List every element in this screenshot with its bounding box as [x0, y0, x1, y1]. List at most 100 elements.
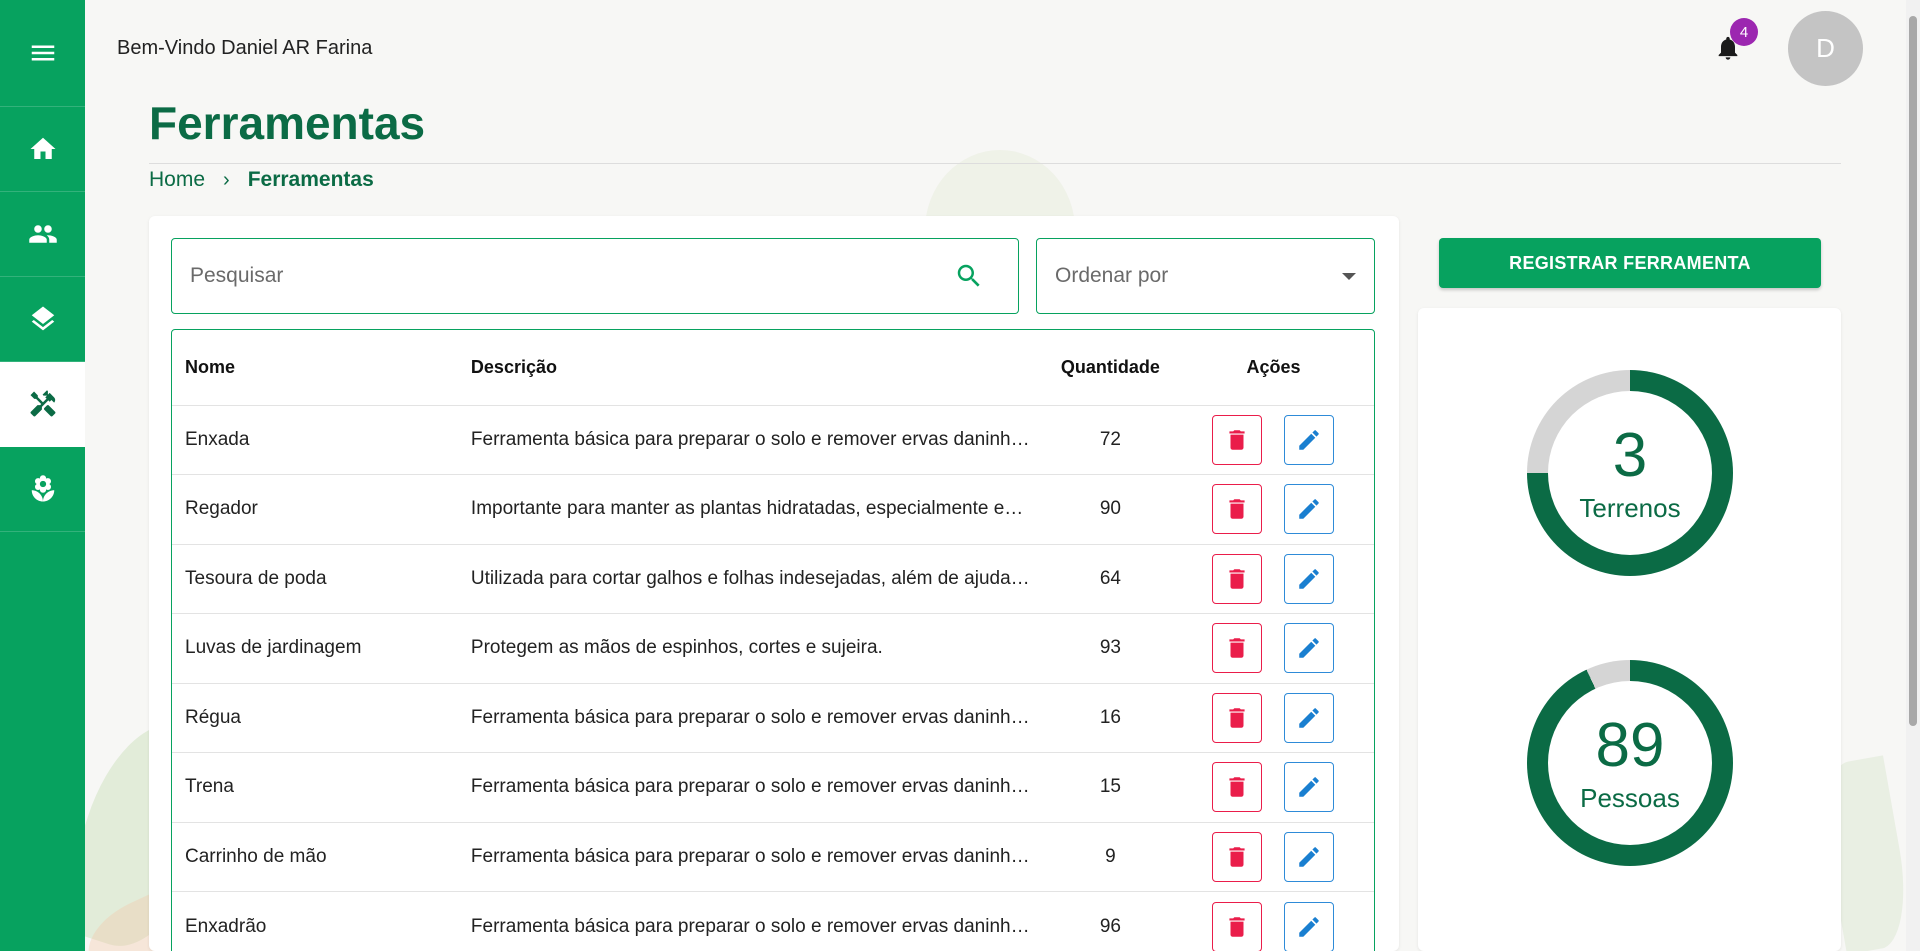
register-tool-button[interactable]: REGISTRAR FERRAMENTA	[1439, 238, 1821, 288]
sort-select-label: Ordenar por	[1055, 264, 1169, 287]
delete-button[interactable]	[1212, 553, 1263, 604]
edit-button[interactable]	[1284, 484, 1335, 535]
table-row: Trena Ferramenta básica para preparar o s…	[172, 752, 1374, 822]
people-icon	[28, 225, 57, 243]
sidebar-item-home[interactable]	[0, 107, 85, 192]
plant-icon	[31, 475, 54, 502]
cell-nome: Enxada	[172, 404, 458, 475]
pencil-icon	[1299, 568, 1320, 589]
edit-button[interactable]	[1284, 692, 1335, 743]
search-input[interactable]	[190, 264, 954, 288]
delete-button[interactable]	[1212, 692, 1263, 743]
row-actions	[1186, 901, 1361, 951]
cell-quantidade: 64	[1047, 543, 1173, 614]
delete-button[interactable]	[1212, 414, 1263, 465]
terrenos-donut: 3 Terrenos	[1527, 370, 1733, 576]
chevron-right-icon: ›	[223, 168, 230, 191]
cell-descricao: Ferramenta básica para preparar o solo e…	[457, 682, 1048, 753]
sidebar-item-tools[interactable]	[0, 362, 85, 447]
cell-nome: Trena	[172, 752, 458, 822]
edit-button[interactable]	[1284, 901, 1335, 951]
edit-button[interactable]	[1284, 831, 1335, 882]
trash-icon	[1229, 499, 1246, 519]
search-icon[interactable]	[954, 261, 984, 291]
column-header-nome[interactable]: Nome	[172, 330, 458, 405]
cell-nome: Tesoura de poda	[172, 543, 458, 614]
row-actions	[1186, 762, 1361, 813]
sidebar-item-plants[interactable]	[0, 447, 85, 532]
breadcrumb: Home › Ferramentas	[149, 168, 374, 192]
layers-icon	[31, 306, 54, 331]
page-title: Ferramentas	[149, 97, 426, 149]
cell-quantidade: 16	[1047, 682, 1173, 753]
sort-select[interactable]: Ordenar por	[1036, 238, 1375, 314]
top-bar: Bem-Vindo Daniel AR Farina	[85, 0, 1920, 95]
cell-descricao: Protegem as mãos de espinhos, cortes e s…	[457, 613, 1048, 683]
cell-acoes	[1172, 404, 1374, 475]
edit-button[interactable]	[1284, 623, 1335, 674]
breadcrumb-current: Ferramentas	[247, 168, 374, 191]
delete-button[interactable]	[1212, 831, 1263, 882]
row-actions	[1186, 831, 1361, 882]
cell-acoes	[1172, 613, 1374, 683]
sidebar-menu-toggle[interactable]	[0, 0, 85, 107]
cell-acoes	[1172, 752, 1374, 822]
trash-icon	[1229, 430, 1246, 450]
welcome-text: Bem-Vindo Daniel AR Farina	[117, 37, 373, 59]
donut-center: 3 Terrenos	[1548, 391, 1712, 555]
cell-descricao: Ferramenta básica para preparar o solo e…	[457, 752, 1048, 822]
page-scrollbar[interactable]	[1906, 0, 1920, 951]
delete-button[interactable]	[1212, 901, 1263, 951]
row-actions	[1186, 484, 1361, 535]
dropdown-arrow-icon	[1342, 272, 1356, 280]
trash-icon	[1229, 569, 1246, 589]
edit-button[interactable]	[1284, 762, 1335, 813]
donut-center: 89 Pessoas	[1548, 681, 1712, 845]
edit-button[interactable]	[1284, 414, 1335, 465]
trash-icon	[1229, 708, 1246, 728]
cell-quantidade: 96	[1047, 891, 1173, 951]
sidebar-item-layers[interactable]	[0, 277, 85, 362]
table-header-row: Nome Descrição Quantidade Ações	[172, 330, 1374, 405]
table-row: Carrinho de mão Ferramenta básica para pr…	[172, 821, 1374, 892]
delete-button[interactable]	[1212, 484, 1263, 535]
cell-nome: Enxadrão	[172, 891, 458, 951]
pencil-icon	[1299, 916, 1320, 937]
pencil-icon	[1299, 846, 1320, 867]
cell-descricao: Utilizada para cortar galhos e folhas in…	[457, 543, 1048, 614]
breadcrumb-home-link[interactable]: Home	[149, 168, 205, 192]
table-row: Enxadrão Ferramenta básica para preparar …	[172, 891, 1374, 951]
cell-descricao: Ferramenta básica para preparar o solo e…	[457, 891, 1048, 951]
table-row: Regador Importante para manter as plantas…	[172, 474, 1374, 544]
cell-quantidade: 15	[1047, 752, 1173, 822]
cell-nome: Régua	[172, 682, 458, 753]
pencil-icon	[1299, 707, 1320, 728]
row-actions	[1186, 553, 1361, 604]
row-actions	[1186, 692, 1361, 743]
trash-icon	[1229, 847, 1246, 867]
pencil-icon	[1299, 638, 1320, 658]
pessoas-donut: 89 Pessoas	[1527, 660, 1733, 866]
edit-button[interactable]	[1284, 553, 1335, 604]
column-header-quantidade[interactable]: Quantidade	[1048, 330, 1173, 405]
tools-table: Nome Descrição Quantidade Ações Enxada Fe…	[171, 329, 1375, 951]
sidebar	[0, 0, 85, 951]
table-row: Enxada Ferramenta básica para preparar o …	[172, 404, 1374, 475]
pencil-icon	[1299, 429, 1320, 450]
trash-icon	[1229, 777, 1246, 797]
sidebar-item-people[interactable]	[0, 192, 85, 277]
column-header-acoes: Ações	[1246, 356, 1301, 377]
cell-quantidade: 72	[1047, 404, 1173, 475]
cell-descricao: Ferramenta básica para preparar o solo e…	[457, 404, 1048, 475]
delete-button[interactable]	[1212, 762, 1263, 813]
cell-acoes	[1172, 821, 1374, 892]
cell-acoes	[1172, 682, 1374, 753]
tools-card: Ordenar por Nome Descrição Quantidade Aç…	[149, 216, 1399, 951]
pessoas-label: Pessoas	[1580, 782, 1680, 813]
terrenos-count: 3	[1612, 420, 1648, 490]
delete-button[interactable]	[1212, 623, 1263, 674]
scrollbar-thumb[interactable]	[1909, 16, 1917, 726]
column-header-descricao[interactable]: Descrição	[458, 330, 1048, 405]
cell-descricao: Ferramenta básica para preparar o solo e…	[457, 821, 1048, 892]
table-row: Régua Ferramenta básica para preparar o s…	[172, 682, 1374, 753]
